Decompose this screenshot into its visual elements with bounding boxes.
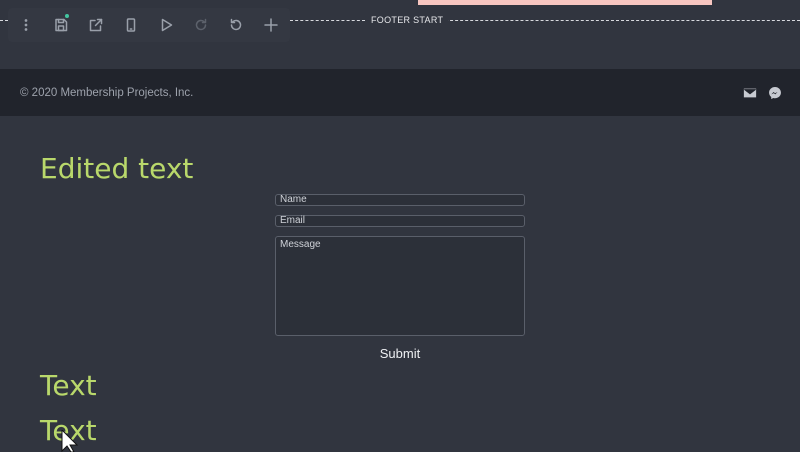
- external-link-icon: [89, 18, 102, 32]
- pink-section-block: [418, 0, 712, 5]
- open-external-button[interactable]: [78, 8, 113, 42]
- save-button[interactable]: [43, 8, 78, 42]
- vertical-dots-icon: [24, 19, 27, 31]
- email-field[interactable]: Email: [275, 215, 525, 227]
- site-footer: © 2020 Membership Projects, Inc.: [0, 69, 800, 116]
- add-button[interactable]: [253, 8, 288, 42]
- edited-heading[interactable]: Edited text: [40, 151, 193, 187]
- plus-icon: [263, 18, 278, 32]
- text-block-1[interactable]: Text: [40, 369, 97, 403]
- copyright-text: © 2020 Membership Projects, Inc.: [20, 86, 194, 99]
- top-section: FOOTER START: [0, 0, 800, 69]
- footer-social-icons: [743, 86, 782, 100]
- mobile-preview-button[interactable]: [113, 8, 148, 42]
- editor-toolbar: [8, 8, 290, 42]
- redo-button[interactable]: [183, 8, 218, 42]
- more-options-button[interactable]: [8, 8, 43, 42]
- undo-button[interactable]: [218, 8, 253, 42]
- preview-play-button[interactable]: [148, 8, 183, 42]
- message-field[interactable]: Message: [275, 236, 525, 336]
- play-icon: [161, 18, 172, 32]
- submit-button[interactable]: Submit: [374, 344, 426, 363]
- messenger-icon[interactable]: [768, 86, 782, 100]
- redo-icon: [195, 18, 206, 31]
- email-icon[interactable]: [743, 86, 757, 100]
- phone-icon: [126, 18, 135, 32]
- mouse-cursor-icon: [61, 430, 79, 452]
- contact-form: Name Email Message Submit: [275, 194, 525, 363]
- floppy-disk-icon: [54, 18, 67, 32]
- name-field[interactable]: Name: [275, 194, 525, 206]
- undo-icon: [230, 18, 241, 31]
- unsaved-status-dot: [65, 14, 69, 18]
- footer-start-label: FOOTER START: [366, 14, 449, 26]
